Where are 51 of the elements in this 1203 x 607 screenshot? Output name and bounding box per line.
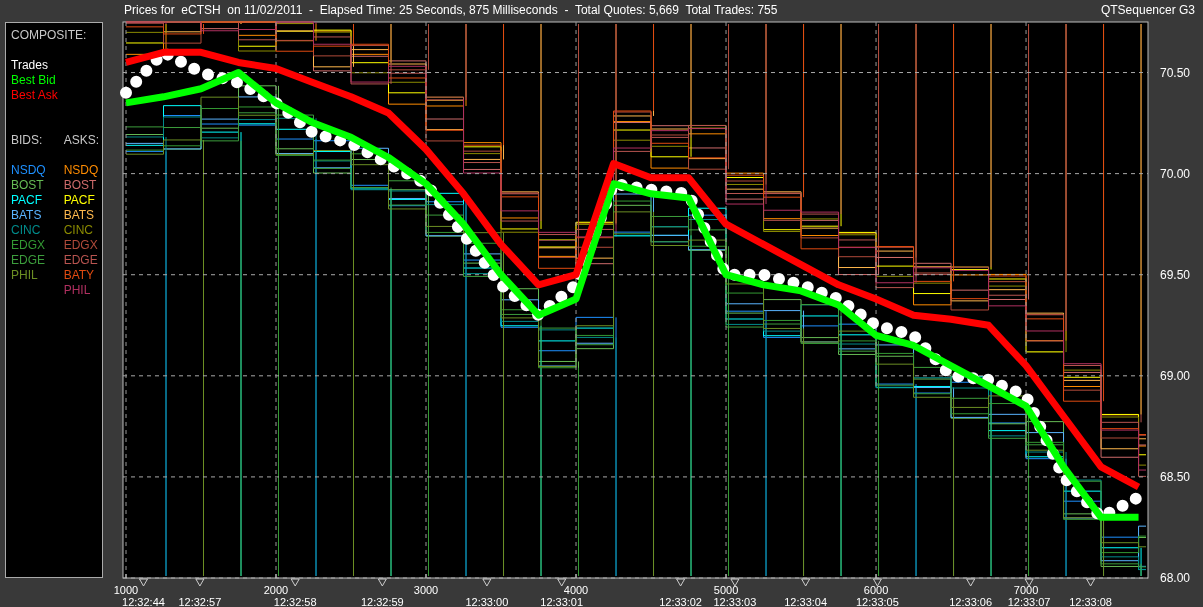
- app-name: QTSequencer G3: [1100, 3, 1195, 17]
- legend-label: EDGE: [63, 253, 99, 268]
- time-label: 12:33:01: [540, 596, 584, 607]
- time-label: 12:33:04: [784, 596, 828, 607]
- chart-title: Prices for eCTSH on 11/02/2011 - Elapsed Time: 25 Seconds, 875 Milliseconds - Total Quotes: 5,669 Total Trades: 755: [124, 3, 779, 17]
- x-tick-label: 2000: [263, 584, 289, 596]
- legend-label: BATS: [63, 208, 96, 223]
- time-label: 12:33:07: [1007, 596, 1051, 607]
- x-tick-label: 1000: [113, 584, 139, 596]
- legend-label: BOST: [63, 178, 98, 193]
- legend-label: CINC: [11, 223, 42, 238]
- legend-label: Best Bid: [11, 73, 57, 88]
- legend-label: BATS: [11, 208, 43, 223]
- time-label: 12:33:02: [659, 596, 702, 607]
- time-label: 12:33:00: [465, 596, 509, 607]
- legend-heading: COMPOSITE:: [11, 28, 88, 43]
- legend-label: PHIL: [63, 283, 92, 298]
- legend-label: Trades: [11, 58, 49, 73]
- time-label: 12:33:08: [1069, 596, 1112, 607]
- y-tick-label: 70.00: [1160, 166, 1191, 181]
- legend-heading: ASKS:: [63, 133, 100, 148]
- y-tick-label: 68.50: [1160, 469, 1191, 484]
- y-tick-label: 69.00: [1160, 368, 1191, 383]
- time-label: 12:32:58: [273, 596, 317, 607]
- legend-label: PHIL: [11, 268, 39, 283]
- legend-label: EDGE: [11, 253, 46, 268]
- time-label: 12:33:06: [949, 596, 993, 607]
- x-tick-label: 5000: [713, 584, 739, 596]
- legend-label: PACF: [11, 193, 44, 208]
- legend-label: BOST: [11, 178, 45, 193]
- y-tick-label: 69.50: [1160, 267, 1191, 282]
- legend-heading: BIDS:: [11, 133, 44, 148]
- legend-label: BATY: [63, 268, 96, 283]
- x-tick-label: 3000: [413, 584, 439, 596]
- time-label: 12:33:03: [713, 596, 757, 607]
- time-label: 12:32:44: [122, 596, 165, 607]
- time-label: 12:32:59: [360, 596, 404, 607]
- x-tick-label: 6000: [863, 584, 889, 596]
- legend-label: EDGX: [11, 238, 46, 253]
- legend-label: NSDQ: [63, 163, 100, 178]
- time-label: 12:33:05: [856, 596, 899, 607]
- x-tick-label: 7000: [1013, 584, 1039, 596]
- time-label: 12:32:57: [178, 596, 222, 607]
- x-tick-label: 4000: [563, 584, 589, 596]
- legend-label: EDGX: [63, 238, 99, 253]
- y-tick-label: 70.50: [1160, 65, 1191, 80]
- y-tick-label: 68.00: [1160, 571, 1191, 585]
- legend-label: PACF: [63, 193, 96, 208]
- legend-label: CINC: [63, 223, 94, 238]
- legend-label: NSDQ: [11, 163, 46, 178]
- legend-label: Best Ask: [11, 88, 59, 103]
